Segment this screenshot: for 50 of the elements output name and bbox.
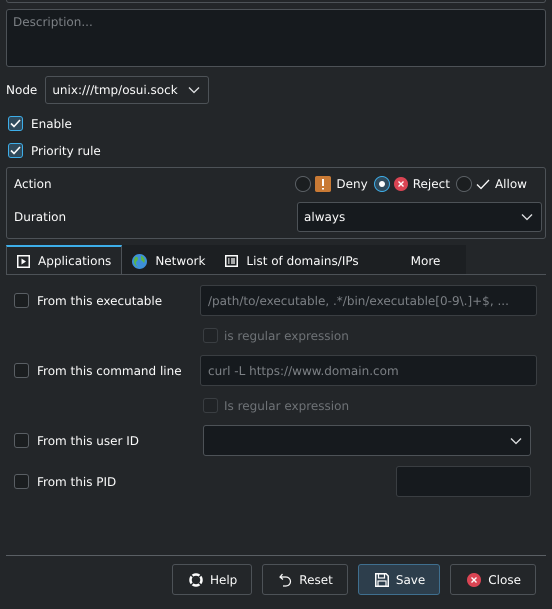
chevron-down-icon xyxy=(521,213,533,221)
globe-icon xyxy=(132,254,148,268)
checkbox[interactable] xyxy=(14,433,29,448)
radio-button[interactable] xyxy=(456,176,472,192)
close-button[interactable]: Close xyxy=(450,564,536,595)
error-icon xyxy=(394,177,408,191)
save-button[interactable]: Save xyxy=(358,564,440,595)
checkbox[interactable] xyxy=(14,363,29,378)
checkbox[interactable] xyxy=(8,143,23,158)
close-icon xyxy=(467,572,482,586)
pid-field[interactable] xyxy=(396,466,531,497)
checkbox[interactable] xyxy=(14,474,29,489)
reset-button[interactable]: Reset xyxy=(262,564,348,595)
warning-icon xyxy=(315,176,332,192)
checkbox-label: Enable xyxy=(31,116,72,130)
node-dropdown[interactable]: unix:///tmp/osui.sock xyxy=(45,76,209,104)
chevron-down-icon xyxy=(510,436,522,444)
tab[interactable]: List of domains/IPs xyxy=(215,245,369,275)
action-label: Action xyxy=(14,177,52,191)
radio-label: Deny xyxy=(336,177,368,191)
chevron-down-icon xyxy=(188,86,200,94)
tab[interactable]: Network xyxy=(122,245,216,275)
radio-button[interactable] xyxy=(374,176,390,192)
list-icon xyxy=(225,255,238,267)
checkbox[interactable] xyxy=(14,293,29,308)
application-icon xyxy=(17,254,30,268)
undo-icon xyxy=(279,572,292,586)
checkbox-label: From this executable xyxy=(37,294,162,308)
checkbox-label: is regular expression xyxy=(224,328,349,342)
help-button[interactable]: Help xyxy=(172,564,252,595)
radio-label: Reject xyxy=(412,177,450,191)
checkbox-label: From this command line xyxy=(37,364,182,378)
radio-button[interactable] xyxy=(295,176,312,192)
checkbox-label: Is regular expression xyxy=(224,398,350,412)
tab[interactable]: Applications xyxy=(6,245,122,275)
node-label: Node xyxy=(6,83,38,97)
lifebuoy-icon xyxy=(188,572,203,586)
text-field[interactable]: curl -L https://www.domain.com xyxy=(200,355,537,386)
user-id-dropdown[interactable] xyxy=(203,425,531,456)
duration-label: Duration xyxy=(14,210,66,224)
duration-dropdown[interactable]: always xyxy=(297,202,542,232)
checkmark-icon xyxy=(476,178,490,190)
tab[interactable]: More xyxy=(368,245,466,275)
checkbox-label: Priority rule xyxy=(31,144,101,158)
checkbox[interactable] xyxy=(8,116,23,131)
checkbox-label: From this user ID xyxy=(37,434,140,448)
checkbox-label: From this PID xyxy=(37,474,116,488)
description-field[interactable]: Description... xyxy=(6,9,546,67)
text-field[interactable]: /path/to/executable, .*/bin/executable[0-9\.]+$, ... xyxy=(200,285,537,316)
radio-label: Allow xyxy=(494,177,527,191)
